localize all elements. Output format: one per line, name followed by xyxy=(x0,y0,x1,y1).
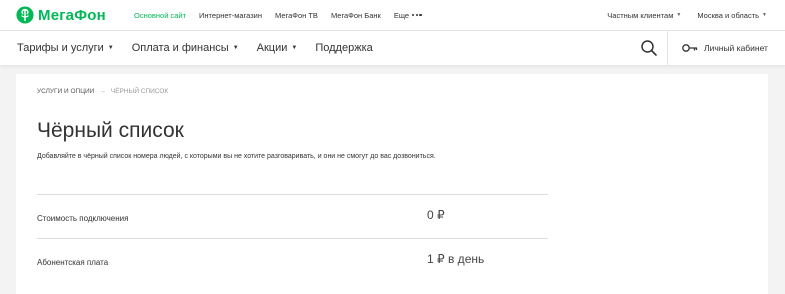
key-icon xyxy=(682,44,698,52)
personal-account-button[interactable]: Личный кабинет xyxy=(682,31,768,65)
chevron-down-icon: ▼ xyxy=(762,12,767,18)
segment-selector[interactable]: Частным клиентам ▼ xyxy=(607,11,681,20)
breadcrumb: УСЛУГИ И ОПЦИИ → ЧЁРНЫЙ СПИСОК xyxy=(37,88,168,95)
megafon-logo-icon xyxy=(16,6,34,24)
price-value-subscription: 1 ₽ в день xyxy=(427,252,485,266)
personal-account-label: Личный кабинет xyxy=(704,43,768,53)
price-value-connection: 0 ₽ xyxy=(427,208,445,222)
topnav-more[interactable]: Еще xyxy=(394,11,422,20)
nav-item-label: Акции xyxy=(256,42,288,54)
top-nav: Основной сайт Интернет-магазин МегаФон Т… xyxy=(134,0,435,30)
nav-tariffs-services[interactable]: Тарифы и услуги ▼ xyxy=(17,42,114,54)
breadcrumb-current: ЧЁРНЫЙ СПИСОК xyxy=(110,88,169,95)
nav-item-label: Оплата и финансы xyxy=(131,42,229,54)
segment-label: Частным клиентам xyxy=(607,10,674,20)
top-right-menu: Частным клиентам ▼ Москва и область ▼ xyxy=(591,0,767,30)
chevron-down-icon: ▼ xyxy=(107,45,114,51)
chevron-down-icon: ▼ xyxy=(676,12,682,18)
table-row: Стоимость подключения 0 ₽ xyxy=(37,194,548,238)
breadcrumb-services-options[interactable]: УСЛУГИ И ОПЦИИ xyxy=(37,88,94,95)
megafon-logo[interactable]: МегаФон xyxy=(16,5,106,25)
chevron-down-icon: ▼ xyxy=(232,45,239,51)
nav-item-label: Тарифы и услуги xyxy=(17,42,104,54)
main-nav-items: Тарифы и услуги ▼ Оплата и финансы ▼ Акц… xyxy=(17,31,391,65)
nav-promotions[interactable]: Акции ▼ xyxy=(257,42,298,54)
topnav-megafon-bank[interactable]: МегаФон Банк xyxy=(331,11,381,20)
pricing-table: Стоимость подключения 0 ₽ Абонентская пл… xyxy=(37,194,548,282)
more-dots-icon xyxy=(412,13,422,17)
topnav-online-shop[interactable]: Интернет-магазин xyxy=(199,11,262,20)
topnav-more-label: Еще xyxy=(393,10,410,20)
region-label: Москва и область xyxy=(697,10,760,20)
topnav-megafon-tv[interactable]: МегаФон ТВ xyxy=(275,11,318,20)
breadcrumb-arrow-icon: → xyxy=(99,88,106,95)
region-selector[interactable]: Москва и область ▼ xyxy=(697,11,767,20)
content-card: УСЛУГИ И ОПЦИИ → ЧЁРНЫЙ СПИСОК Чёрный сп… xyxy=(16,74,768,294)
page-title: Чёрный список xyxy=(37,119,184,142)
search-icon[interactable] xyxy=(640,39,658,57)
price-label-subscription: Абонентская плата xyxy=(37,258,109,267)
page-description: Добавляйте в чёрный список номера людей,… xyxy=(37,153,436,160)
nav-payment-finance[interactable]: Оплата и финансы ▼ xyxy=(132,42,239,54)
nav-divider xyxy=(667,31,668,65)
logo-text: МегаФон xyxy=(38,6,106,24)
table-row: Абонентская плата 1 ₽ в день xyxy=(37,238,548,282)
price-label-connection: Стоимость подключения xyxy=(37,214,129,223)
topnav-main-site[interactable]: Основной сайт xyxy=(134,11,186,20)
chevron-down-icon: ▼ xyxy=(291,45,298,51)
top-bar: МегаФон Основной сайт Интернет-магазин М… xyxy=(0,0,785,31)
nav-support[interactable]: Поддержка xyxy=(315,42,372,54)
